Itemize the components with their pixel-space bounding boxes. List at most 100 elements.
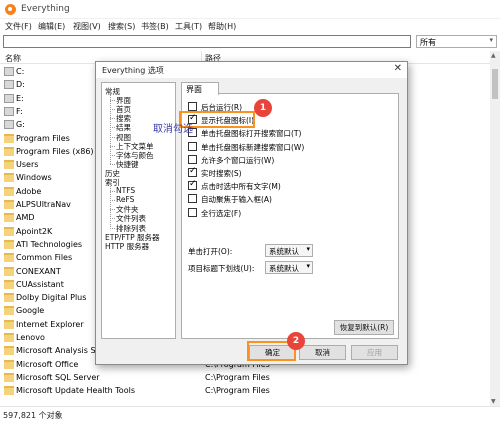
menu-bookmarks[interactable]: 书签(B) <box>141 21 169 32</box>
folder-icon <box>4 266 14 276</box>
step-badge-2: 2 <box>287 332 305 350</box>
status-bar: 597,821 个对象 <box>0 406 500 421</box>
folder-icon <box>4 279 14 289</box>
object-count: 597,821 个对象 <box>3 411 63 420</box>
option-label: 单击托盘图标新建搜索窗口(W) <box>201 142 305 152</box>
option-row[interactable]: 全行选定(F) <box>188 207 388 219</box>
option-checkbox[interactable] <box>188 179 197 191</box>
drive-icon <box>4 67 14 76</box>
option-checkbox[interactable] <box>188 207 197 217</box>
folder-icon <box>4 200 14 209</box>
close-icon[interactable]: ✕ <box>394 63 402 74</box>
option-label: 全行选定(F) <box>201 208 242 218</box>
file-name: Internet Explorer <box>16 319 84 329</box>
file-name: C: <box>16 67 25 76</box>
single-click-field: 单击打开(O): 系统默认 ▾ <box>188 244 388 258</box>
folder-icon <box>4 226 14 236</box>
file-row[interactable]: Microsoft SQL Server C:\Program Files <box>0 371 490 385</box>
file-name: Apoint2K <box>16 226 53 236</box>
underline-label: 项目标题下划线(U): <box>188 264 255 273</box>
file-name: Microsoft SQL Server <box>16 372 100 382</box>
file-path: C:\Program Files <box>205 386 270 396</box>
drive-icon <box>4 120 14 130</box>
folder-icon <box>4 372 14 382</box>
underline-select[interactable]: 系统默认 ▾ <box>265 261 313 274</box>
menu-help[interactable]: 帮助(H) <box>208 21 236 32</box>
option-row[interactable]: 自动聚焦于输入框(A) <box>188 193 388 205</box>
file-name: CUAssistant <box>16 279 64 289</box>
drive-icon <box>4 93 14 103</box>
file-name: F: <box>16 106 23 116</box>
cancel-button[interactable]: 取消 <box>299 345 346 360</box>
file-name: Dolby Digital Plus <box>16 293 87 303</box>
folder-icon <box>4 160 14 170</box>
file-name: Users <box>16 160 39 170</box>
folder-icon <box>4 359 14 369</box>
option-checkbox[interactable] <box>188 166 197 177</box>
option-row[interactable]: 单击托盘图标打开搜索窗口(T) <box>188 127 388 139</box>
menu-tools[interactable]: 工具(T) <box>175 21 202 32</box>
file-name: Windows <box>16 173 52 183</box>
file-path: C:\Program Files <box>205 372 270 382</box>
underline-field: 项目标题下划线(U): 系统默认 ▾ <box>188 261 388 275</box>
step-badge-1: 1 <box>254 99 272 117</box>
vertical-scrollbar[interactable]: ▲ ▼ <box>490 51 500 406</box>
underline-value: 系统默认 <box>269 264 299 273</box>
folder-icon <box>4 146 14 156</box>
file-name: CONEXANT <box>16 266 61 276</box>
file-row[interactable]: Microsoft Update Health Tools C:\Program … <box>0 384 490 398</box>
search-input[interactable] <box>3 35 411 48</box>
tree-connector <box>110 92 111 164</box>
tree-item[interactable]: HTTP 服务器 <box>105 241 149 252</box>
folder-icon <box>4 213 14 223</box>
file-name: ATI Technologies <box>16 239 83 249</box>
option-checkbox[interactable] <box>188 102 197 111</box>
file-name: Google <box>16 306 45 316</box>
scroll-down-icon[interactable]: ▼ <box>491 398 496 405</box>
option-checkbox[interactable] <box>188 194 197 204</box>
file-name: AMD <box>16 213 35 223</box>
single-click-select[interactable]: 系统默认 ▾ <box>265 244 313 257</box>
tree-connector <box>110 183 111 228</box>
file-name: Program Files <box>16 133 70 143</box>
file-name: ALPSUltraNav <box>16 200 71 209</box>
option-label: 允许多个窗口运行(W) <box>201 155 275 165</box>
single-click-label: 单击打开(O): <box>188 247 233 256</box>
scrollbar-thumb[interactable] <box>492 69 498 99</box>
file-name: Common Files <box>16 253 73 263</box>
restore-defaults-button[interactable]: 恢复到默认(R) <box>334 320 394 335</box>
folder-icon <box>4 133 14 143</box>
file-name: Microsoft Analysis Ser <box>16 346 104 356</box>
file-name: G: <box>16 120 25 130</box>
tree-item[interactable]: ReFS <box>116 195 134 204</box>
option-row[interactable]: 实时搜索(S) <box>188 166 388 179</box>
filter-select-value: 所有 <box>420 38 436 47</box>
panel-title: 界面 <box>181 82 219 95</box>
option-row[interactable]: 单击托盘图标新建搜索窗口(W) <box>188 141 388 153</box>
menu-search[interactable]: 搜索(S) <box>108 21 135 32</box>
column-header-name[interactable]: 名称 <box>5 53 21 64</box>
window-title: Everything <box>21 4 70 14</box>
menu-file[interactable]: 文件(F) <box>5 21 32 32</box>
menu-edit[interactable]: 编辑(E) <box>38 21 65 32</box>
tree-item[interactable]: NTFS <box>116 186 135 195</box>
title-bar: Everything <box>0 0 500 19</box>
file-name: Microsoft Office <box>16 359 79 369</box>
folder-icon <box>4 253 14 263</box>
options-panel: 单击打开(O): 系统默认 ▾ 项目标题下划线(U): 系统默认 ▾ 恢复到默认… <box>181 93 399 339</box>
scroll-up-icon[interactable]: ▲ <box>491 52 496 59</box>
folder-icon <box>4 239 14 249</box>
folder-icon <box>4 346 14 356</box>
option-row[interactable]: 允许多个窗口运行(W) <box>188 154 388 166</box>
tree-connector <box>110 163 115 165</box>
menu-view[interactable]: 视图(V) <box>73 21 101 32</box>
option-label: 实时搜索(S) <box>201 169 242 178</box>
file-name: Adobe <box>16 186 42 196</box>
option-label: 单击托盘图标打开搜索窗口(T) <box>201 129 302 139</box>
chevron-down-icon: ▾ <box>489 36 493 44</box>
option-checkbox[interactable] <box>188 141 197 151</box>
search-row: 所有 ▾ <box>0 34 500 49</box>
filter-select[interactable]: 所有 ▾ <box>416 35 497 48</box>
option-checkbox[interactable] <box>188 154 197 164</box>
option-row[interactable]: 点击时选中所有文字(M) <box>188 179 388 192</box>
